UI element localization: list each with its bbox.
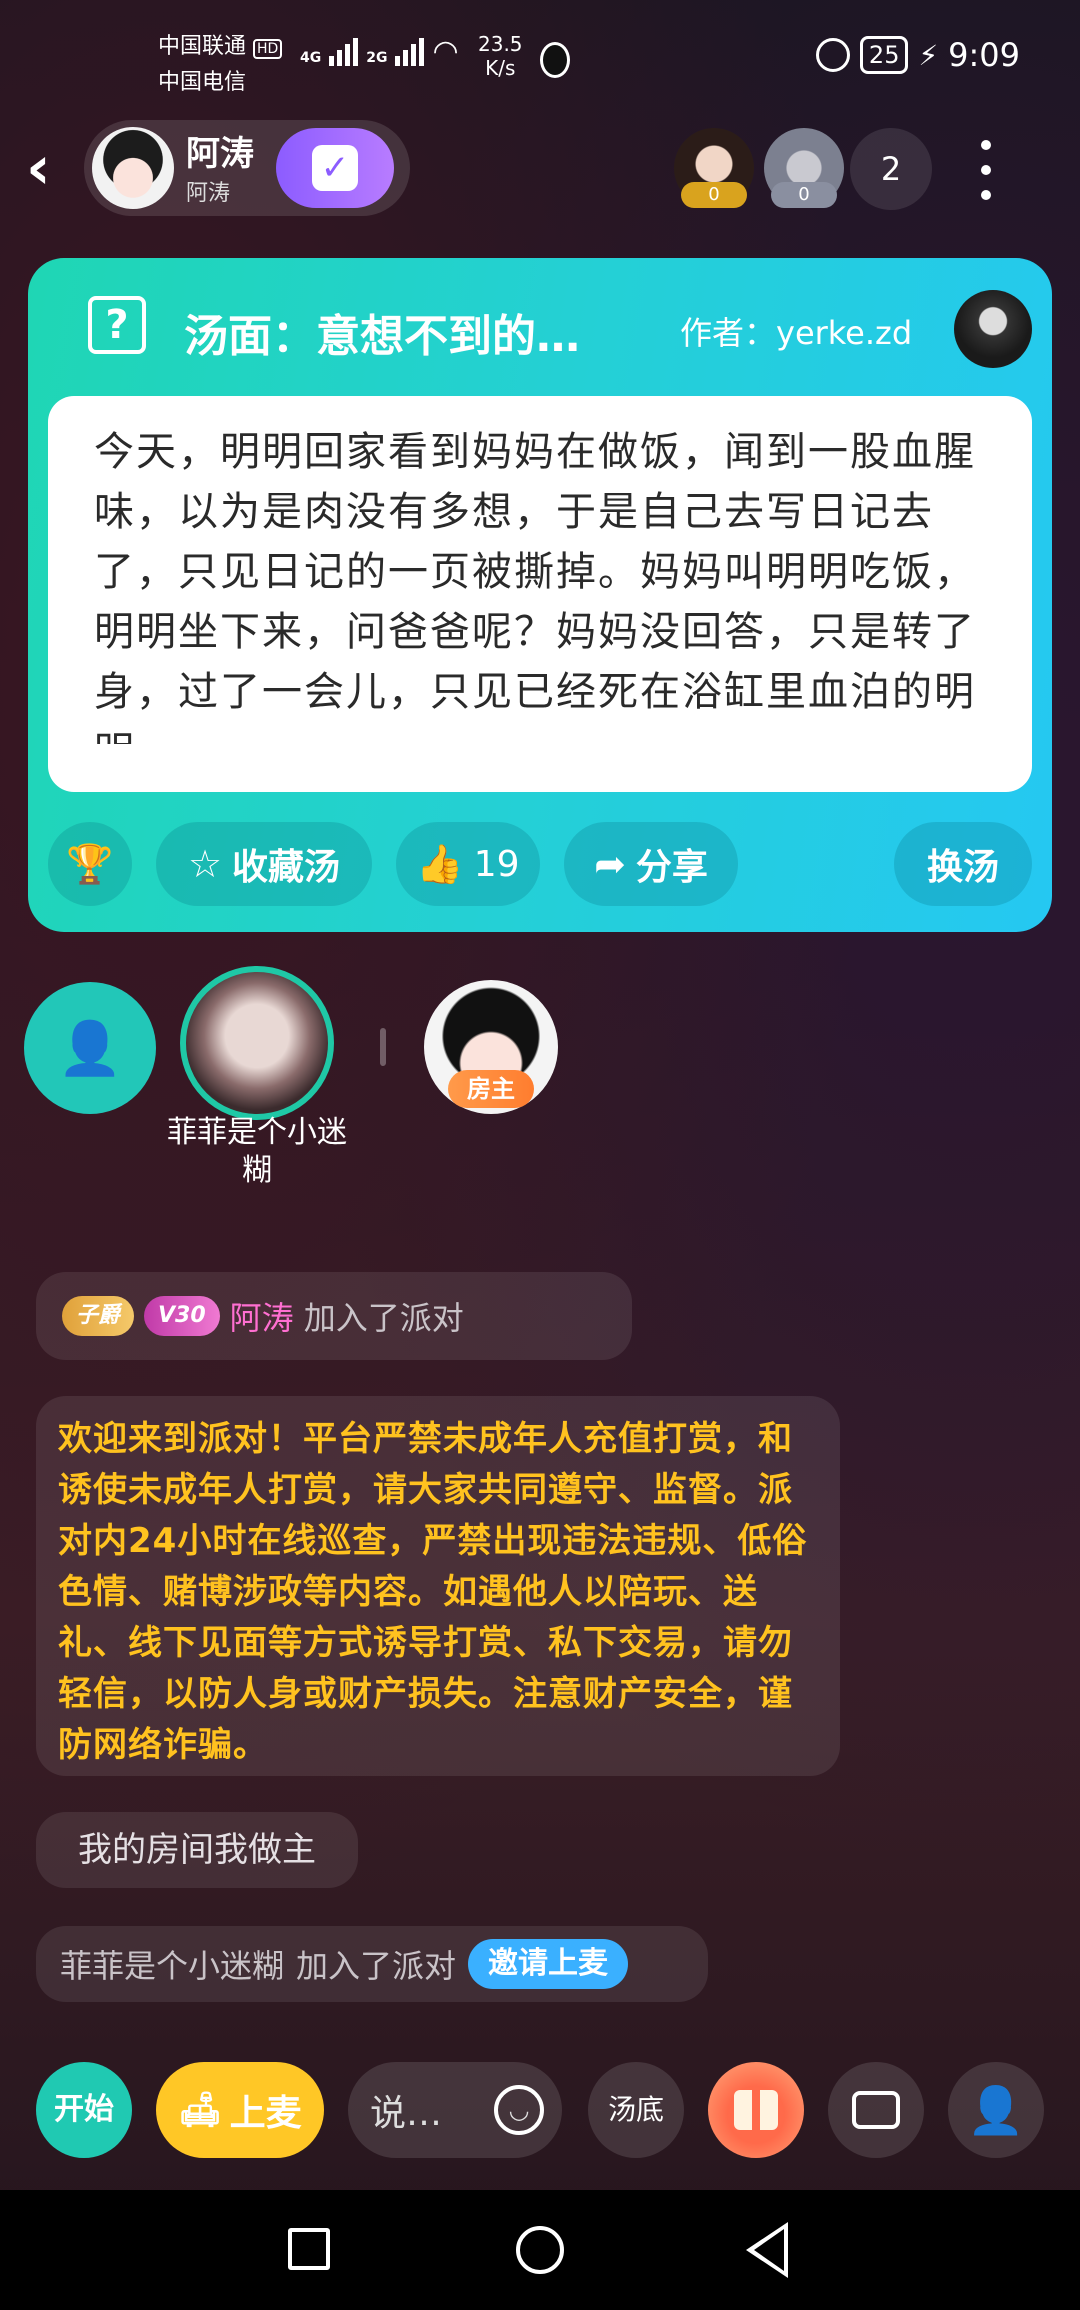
recent-apps-icon[interactable] <box>288 2228 330 2270</box>
switch-label: 换汤 <box>926 847 999 888</box>
home-icon[interactable] <box>516 2226 564 2274</box>
wifi-icon: ◠ <box>432 34 459 69</box>
viewer-badge-1: 0 <box>681 182 747 208</box>
author-avatar[interactable] <box>954 290 1032 368</box>
clock: 9:09 <box>948 36 1020 74</box>
speed-unit: K/s <box>485 56 516 80</box>
add-seat-button[interactable]: 👤 <box>24 982 156 1114</box>
owner-id: 阿涛 <box>186 181 231 206</box>
card-author: 作者：yerke.zd <box>680 314 913 352</box>
vip-badge: V30 <box>144 1296 220 1336</box>
gift-icon <box>734 2090 778 2130</box>
story-box[interactable]: 今天，明明回家看到妈妈在做饭，闻到一股血腥味，以为是肉没有多想，于是自己去写日记… <box>48 396 1032 792</box>
alarm-icon <box>815 38 850 72</box>
start-button[interactable]: 开始 <box>36 2062 132 2158</box>
question-icon[interactable]: ? <box>88 296 146 354</box>
mask-icon <box>540 42 570 78</box>
card-title: 汤面：意想不到的… <box>184 311 580 362</box>
like-button[interactable]: 👍 19 <box>396 822 540 906</box>
collect-label: 收藏汤 <box>232 847 341 888</box>
carrier-info: 中国联通 HD 中国电信 <box>158 30 283 100</box>
speed-value: 23.5 <box>478 32 523 56</box>
hd-badge: HD <box>253 39 283 59</box>
join-text-2: 加入了派对 <box>296 1947 457 1985</box>
nav-back-icon-inner <box>754 2229 784 2271</box>
join-user-name[interactable]: 阿涛 <box>230 1293 294 1339</box>
share-button[interactable]: ➦ 分享 <box>564 822 738 906</box>
gift-button[interactable] <box>708 2062 804 2158</box>
trophy-icon: 🏆 <box>66 841 114 886</box>
mic-button[interactable]: 🛋 上麦 <box>156 2062 324 2158</box>
thumbs-up-icon: 👍 <box>416 841 464 886</box>
host-badge: 房主 <box>448 1070 534 1108</box>
carrier-1: 中国联通 <box>158 34 247 59</box>
carrier-2: 中国电信 <box>158 70 247 95</box>
chat-input[interactable]: 说… ◡ <box>348 2062 562 2158</box>
emoji-icon[interactable]: ◡ <box>494 2085 544 2135</box>
seat-name-1: 菲菲是个小迷糊 <box>167 1115 347 1188</box>
owner-avatar[interactable] <box>92 127 174 209</box>
share-label: 分享 <box>635 847 708 888</box>
signal-icon-2 <box>395 38 425 66</box>
collect-button[interactable]: ☆ 收藏汤 <box>156 822 372 906</box>
rank-badge: 子爵 <box>62 1296 135 1336</box>
platform-notice: 欢迎来到派对！平台严禁未成年人充值打赏，和诱使未成年人打赏，请大家共同遵守、监督… <box>36 1396 840 1776</box>
net-speed: 23.5 K/s <box>478 32 523 80</box>
message-button[interactable] <box>828 2062 924 2158</box>
story-text: 今天，明明回家看到妈妈在做饭，闻到一股血腥味，以为是肉没有多想，于是自己去写日记… <box>94 429 976 744</box>
back-icon[interactable]: ‹ <box>26 138 76 198</box>
seat-divider <box>380 1028 386 1066</box>
invite-mic-button[interactable]: 邀请上麦 <box>468 1939 629 1989</box>
trophy-button[interactable]: 🏆 <box>48 822 132 906</box>
star-icon: ☆ <box>187 842 223 886</box>
join-user-name-2[interactable]: 菲菲是个小迷糊 <box>60 1941 284 1987</box>
sofa-icon: 🛋 <box>178 2090 222 2130</box>
net-label-2: 2G <box>366 50 388 66</box>
signal-icon <box>329 38 359 66</box>
add-person-icon: 👤 <box>57 1018 123 1079</box>
viewer-count[interactable]: 2 <box>850 128 932 210</box>
join-text: 加入了派对 <box>303 1299 464 1337</box>
chat-input-placeholder: 说… <box>370 2093 443 2134</box>
switch-soup-button[interactable]: 换汤 <box>894 822 1032 906</box>
follow-button[interactable]: ✓ <box>276 128 394 208</box>
more-icon[interactable] <box>976 140 996 200</box>
add-user-icon: 👤 <box>967 2083 1025 2137</box>
message-icon <box>852 2091 900 2129</box>
viewer-badge-2: 0 <box>771 182 837 208</box>
share-icon: ➦ <box>594 842 626 886</box>
charging-icon: ⚡ <box>918 38 939 72</box>
soup-bottom-button[interactable]: 汤底 <box>588 2062 684 2158</box>
chat-join-message-2: 菲菲是个小迷糊 加入了派对 邀请上麦 <box>36 1926 708 2002</box>
like-count: 19 <box>473 843 520 885</box>
invite-user-button[interactable]: 👤 <box>948 2062 1044 2158</box>
chat-join-message-1: 子爵 V30 阿涛 加入了派对 <box>36 1272 632 1360</box>
owner-name: 阿涛 <box>186 134 254 174</box>
chat-message: 我的房间我做主 <box>36 1812 358 1888</box>
mic-label: 上麦 <box>229 2093 302 2134</box>
signal-icons: 4G 2G ◠ <box>300 34 459 69</box>
check-icon: ✓ <box>312 145 358 191</box>
status-right: 25 ⚡ 9:09 <box>815 36 1020 74</box>
net-label-1: 4G <box>300 50 322 66</box>
battery-indicator: 25 <box>859 36 909 74</box>
seat-avatar-1[interactable] <box>180 966 334 1120</box>
